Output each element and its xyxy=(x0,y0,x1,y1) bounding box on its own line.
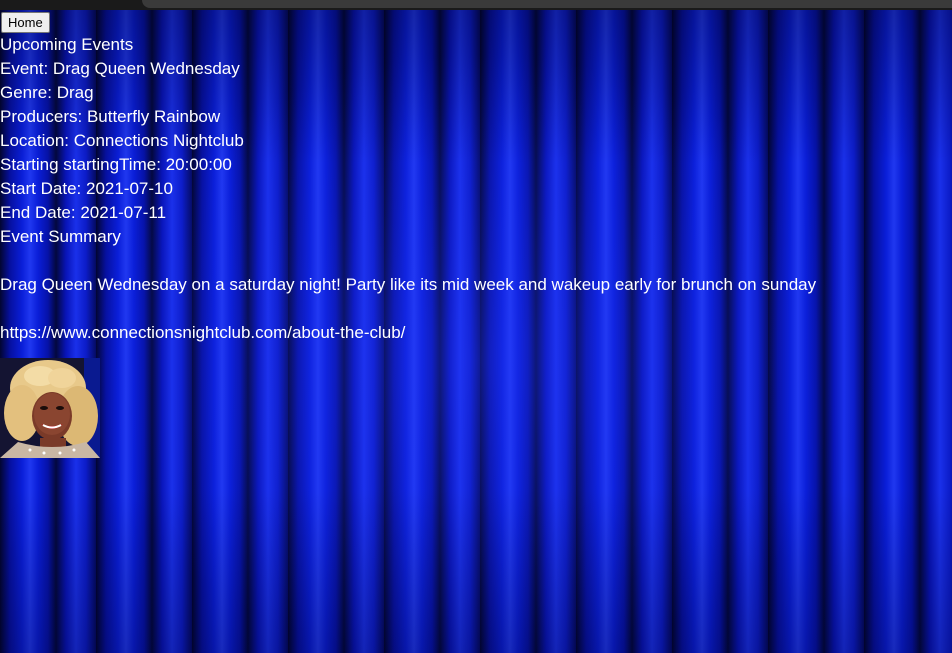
event-name-row: Event: Drag Queen Wednesday xyxy=(0,57,952,81)
event-end-date-value: 2021-07-11 xyxy=(80,203,167,222)
event-summary-text: Drag Queen Wednesday on a saturday night… xyxy=(0,275,817,294)
page-title: Upcoming Events xyxy=(0,35,134,54)
event-location-value: Connections Nightclub xyxy=(73,131,244,150)
event-location-row: Location: Connections Nightclub xyxy=(0,129,952,153)
event-location-label: Location: xyxy=(0,131,74,150)
event-summary-heading: Event Summary xyxy=(0,227,121,246)
event-producers-row: Producers: Butterfly Rainbow xyxy=(0,105,952,129)
event-end-date-label: End Date: xyxy=(0,203,81,222)
event-start-date-value: 2021-07-10 xyxy=(85,179,173,198)
event-page: Home Upcoming Events Event: Drag Queen W… xyxy=(0,0,952,458)
event-start-time-row: Starting startingTime: 20:00:00 xyxy=(0,153,952,177)
event-end-date-row: End Date: 2021-07-11 xyxy=(0,201,952,225)
event-start-time-value: 20:00:00 xyxy=(165,155,232,174)
performer-photo xyxy=(0,358,100,458)
event-genre-label: Genre: xyxy=(0,83,57,102)
event-start-time-label: Starting startingTime: xyxy=(0,155,166,174)
event-genre-row: Genre: Drag xyxy=(0,81,952,105)
event-start-date-row: Start Date: 2021-07-10 xyxy=(0,177,952,201)
event-link[interactable]: https://www.connectionsnightclub.com/abo… xyxy=(0,321,952,345)
performer-portrait-image xyxy=(0,358,100,458)
event-genre-value: Drag xyxy=(56,83,94,102)
browser-top-strip xyxy=(0,0,952,10)
event-producers-value: Butterfly Rainbow xyxy=(86,107,221,126)
event-name-value: Drag Queen Wednesday xyxy=(52,59,240,78)
home-button[interactable]: Home xyxy=(1,12,50,33)
browser-tab-strip xyxy=(142,0,952,8)
event-start-date-label: Start Date: xyxy=(0,179,86,198)
event-name-label: Event: xyxy=(0,59,53,78)
event-producers-label: Producers: xyxy=(0,107,87,126)
